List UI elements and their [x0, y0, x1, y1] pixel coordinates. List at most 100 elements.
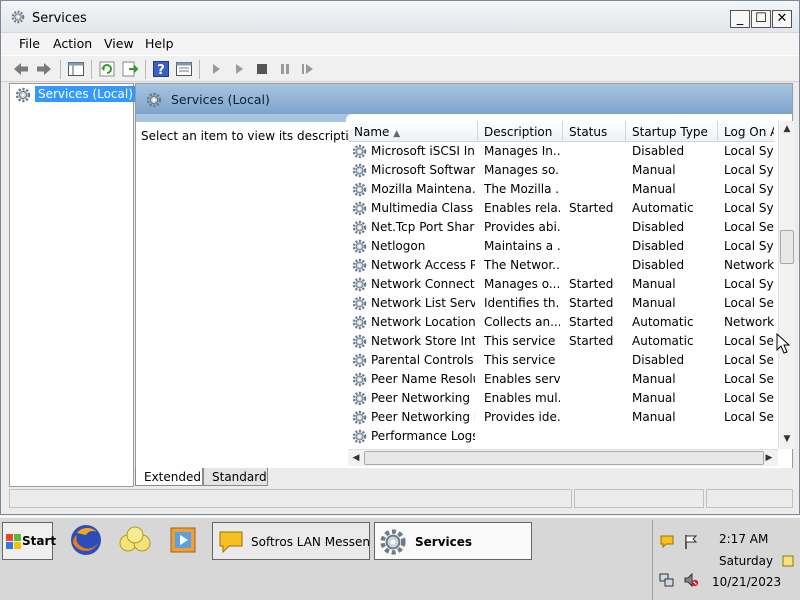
cell-startup-type: Disabled — [632, 144, 685, 158]
services-app-icon — [11, 10, 25, 24]
cell-log-on-as: Local Syst — [724, 163, 774, 177]
scroll-down-arrow-icon[interactable]: ▼ — [780, 432, 794, 446]
taskbar-button-services[interactable]: Services — [374, 522, 532, 560]
table-row[interactable]: Network Access P... The Networ... Disabled… — [348, 256, 774, 275]
scroll-thumb[interactable] — [780, 230, 794, 264]
tree-item-label: Services (Local) — [35, 86, 136, 102]
column-header-name[interactable]: Name ▲ — [354, 125, 472, 139]
window-title: Services — [32, 11, 87, 26]
cell-name: Network List Service — [371, 296, 475, 310]
table-row[interactable]: Network Store Int... This service ... Star… — [348, 332, 774, 351]
service-gear-icon — [352, 144, 367, 159]
cell-name: Multimedia Class ... — [371, 201, 475, 215]
table-row[interactable]: Network Connecti... Manages o... Started Ma… — [348, 275, 774, 294]
table-row[interactable]: Performance Logs... — [348, 427, 774, 446]
table-row[interactable]: Netlogon Maintains a ... Disabled Local Sys… — [348, 237, 774, 256]
export-icon[interactable] — [121, 60, 139, 78]
refresh-icon[interactable] — [98, 60, 116, 78]
svg-text:?: ? — [157, 63, 165, 78]
start-button[interactable]: Start — [2, 522, 56, 560]
clock-date: 10/21/2023 — [712, 575, 782, 589]
table-row[interactable]: Microsoft iSCSI Ini... Manages In... Disab… — [348, 142, 774, 161]
column-header-row: Name ▲ Description Status Startup Type L… — [348, 121, 774, 142]
vertical-scrollbar[interactable]: ▲ ▼ — [778, 121, 794, 449]
table-row[interactable]: Network Location ... Collects an... Starte… — [348, 313, 774, 332]
table-row[interactable]: Net.Tcp Port Shari... Provides abi... Disa… — [348, 218, 774, 237]
table-row[interactable]: Network List Service Identifies th... Star… — [348, 294, 774, 313]
service-gear-icon — [352, 296, 367, 311]
pause-icon[interactable] — [276, 60, 294, 78]
tab-extended[interactable]: Extended — [135, 468, 203, 486]
cell-description: Manages o... — [484, 277, 560, 291]
horizontal-scrollbar[interactable]: ◀ ▶ — [348, 449, 778, 466]
table-row[interactable]: Peer Name Resolu... Enables serv... Manual… — [348, 370, 774, 389]
cell-status: Started — [569, 201, 614, 215]
tab-standard[interactable]: Standard — [203, 468, 268, 486]
cell-description: Maintains a ... — [484, 239, 560, 253]
cell-name: Network Location ... — [371, 315, 475, 329]
show-hide-tree-icon[interactable] — [67, 60, 85, 78]
taskbar-button-softros[interactable]: Softros LAN Messen... — [212, 522, 370, 560]
table-row[interactable]: Peer Networking I... Provides ide... Manua… — [348, 408, 774, 427]
service-gear-icon — [352, 429, 367, 444]
flag-icon[interactable] — [683, 534, 699, 550]
stop-icon[interactable] — [253, 60, 271, 78]
cell-description: This service ... — [484, 334, 560, 348]
volume-muted-icon[interactable] — [683, 572, 699, 588]
column-header-startup-type[interactable]: Startup Type — [632, 125, 716, 139]
cell-log-on-as: Local Syst — [724, 201, 774, 215]
back-arrow-icon[interactable] — [12, 60, 30, 78]
service-gear-icon — [352, 315, 367, 330]
messenger-icon — [219, 531, 243, 554]
clock-time[interactable]: 2:17 AM — [719, 532, 768, 546]
resume-icon[interactable] — [230, 60, 248, 78]
title-bar[interactable]: Services _ ☐ ✕ — [1, 1, 799, 33]
cell-name: Network Store Int... — [371, 334, 475, 348]
maximize-button[interactable]: ☐ — [751, 10, 771, 28]
folder-icon[interactable] — [118, 523, 152, 557]
cell-description: Identifies th... — [484, 296, 560, 310]
service-gear-icon — [352, 334, 367, 349]
system-tray: 2:17 AM Saturday 10/21/2023 — [652, 520, 798, 600]
restart-icon[interactable] — [299, 60, 317, 78]
network-icon[interactable] — [659, 572, 675, 588]
pane-header: Services (Local) — [136, 84, 792, 114]
help-icon[interactable]: ? — [152, 60, 170, 78]
play-icon[interactable] — [207, 60, 225, 78]
table-row[interactable]: Peer Networking ... Enables mul... Manual L… — [348, 389, 774, 408]
cell-status: Started — [569, 334, 614, 348]
cell-name: Microsoft Softwar... — [371, 163, 475, 177]
scroll-right-arrow-icon[interactable]: ▶ — [762, 451, 776, 465]
table-row[interactable]: Multimedia Class ... Enables rela... Start… — [348, 199, 774, 218]
table-row[interactable]: Microsoft Softwar... Manages so... Manual L… — [348, 161, 774, 180]
notes-icon[interactable] — [781, 554, 795, 568]
column-header-description[interactable]: Description — [484, 125, 560, 139]
menu-view[interactable]: View — [104, 36, 134, 51]
cell-startup-type: Manual — [632, 372, 676, 386]
tray-messenger-icon[interactable] — [659, 534, 675, 550]
cell-name: Microsoft iSCSI Ini... — [371, 144, 475, 158]
firefox-icon[interactable] — [69, 523, 103, 557]
media-player-icon[interactable] — [168, 523, 200, 557]
close-button[interactable]: ✕ — [772, 10, 792, 28]
menu-help[interactable]: Help — [145, 36, 174, 51]
gear-icon — [15, 87, 31, 103]
h-scroll-thumb[interactable] — [364, 451, 764, 465]
properties-icon[interactable] — [175, 60, 193, 78]
cell-description: Provides ide... — [484, 410, 560, 424]
scroll-left-arrow-icon[interactable]: ◀ — [349, 451, 363, 465]
scroll-up-arrow-icon[interactable]: ▲ — [780, 122, 794, 136]
services-window: Services _ ☐ ✕ File Action View Help ? S… — [0, 0, 800, 515]
menu-file[interactable]: File — [19, 36, 40, 51]
menu-action[interactable]: Action — [53, 36, 92, 51]
clock-day: Saturday — [719, 554, 774, 568]
forward-arrow-icon[interactable] — [35, 60, 53, 78]
minimize-button[interactable]: _ — [730, 10, 750, 28]
cell-log-on-as: Network S — [724, 258, 774, 272]
table-row[interactable]: Parental Controls This service ... Disable… — [348, 351, 774, 370]
column-header-log-on-as[interactable]: Log On A — [724, 125, 774, 139]
service-gear-icon — [352, 220, 367, 235]
service-gear-icon — [352, 258, 367, 273]
column-header-status[interactable]: Status — [569, 125, 623, 139]
table-row[interactable]: Mozilla Maintena... The Mozilla ... Manual… — [348, 180, 774, 199]
